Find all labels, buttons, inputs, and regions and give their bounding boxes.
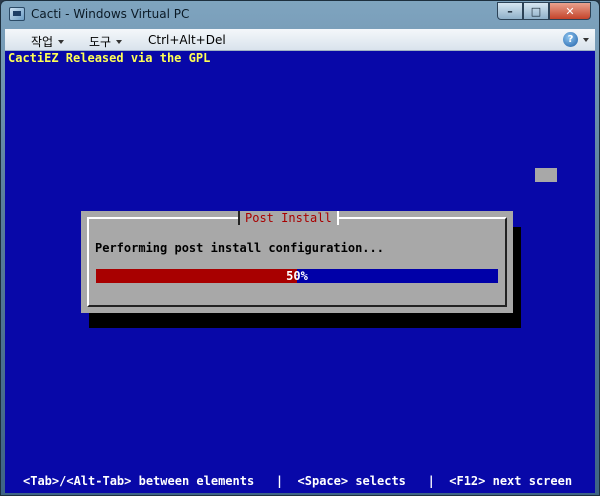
ctrl-alt-del-button[interactable]: Ctrl+Alt+Del [148, 33, 226, 47]
minimize-button[interactable]: – [497, 2, 523, 20]
chevron-down-icon [58, 39, 65, 44]
vm-console-screen[interactable]: CactiEZ Released via the GPL Post Instal… [5, 51, 595, 493]
virtual-pc-app-icon [9, 7, 25, 21]
chevron-down-icon [583, 37, 589, 42]
progress-percent-label: 50% [286, 269, 308, 283]
help-button[interactable]: ? [563, 32, 589, 47]
text-cursor [535, 168, 557, 182]
install-progress-bar: 50% [96, 269, 498, 283]
help-icon: ? [563, 32, 578, 47]
window-controls: – □ ✕ [497, 2, 591, 20]
menu-action-label: 작업 [31, 35, 54, 49]
window-title: Cacti - Windows Virtual PC [31, 7, 190, 21]
chevron-down-icon [116, 39, 123, 44]
keyboard-help-line: <Tab>/<Alt-Tab> between elements | <Spac… [23, 474, 573, 488]
post-install-dialog: Post Install Performing post install con… [81, 211, 513, 313]
close-button[interactable]: ✕ [549, 2, 591, 20]
ctrl-alt-del-label: Ctrl+Alt+Del [148, 33, 226, 47]
dialog-title: Post Install [238, 211, 339, 225]
dialog-frame [87, 217, 507, 307]
maximize-button[interactable]: □ [523, 2, 549, 20]
dialog-message: Performing post install configuration... [95, 241, 384, 255]
console-banner: CactiEZ Released via the GPL [8, 51, 211, 65]
menu-tools-label: 도구 [89, 35, 112, 49]
menu-bar: 작업 도구 Ctrl+Alt+Del ? [5, 29, 595, 51]
virtual-pc-window: Cacti - Windows Virtual PC – □ ✕ 작업 도구 C… [0, 0, 600, 496]
menu-action[interactable]: 작업 [31, 33, 65, 50]
menu-tools[interactable]: 도구 [89, 33, 123, 50]
title-bar[interactable]: Cacti - Windows Virtual PC – □ ✕ [1, 1, 599, 29]
